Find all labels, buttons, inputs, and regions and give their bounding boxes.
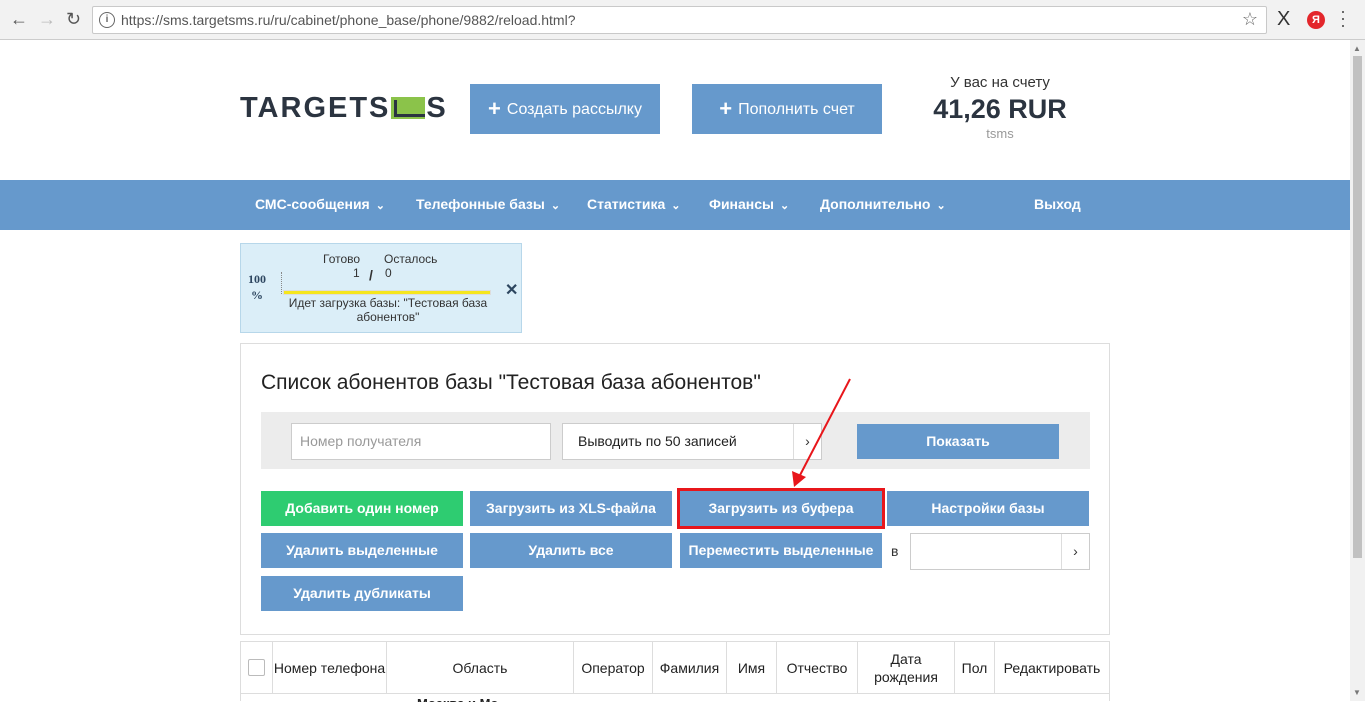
column-header[interactable]: Отчество	[777, 642, 858, 694]
back-icon[interactable]: ←	[10, 9, 28, 30]
subscribers-panel: Список абонентов базы "Тестовая база або…	[240, 343, 1110, 635]
nav-item-phone-bases[interactable]: Телефонные базы ⌄	[416, 196, 560, 212]
select-all-checkbox[interactable]	[248, 659, 265, 676]
chevron-down-icon: ⌄	[671, 200, 681, 212]
chevron-down-icon: ⌄	[550, 200, 561, 212]
create-mailing-label: Создать рассылку	[506, 101, 642, 118]
nav-item-label: Дополнительно	[820, 196, 931, 212]
move-selected-button[interactable]: Переместить выделенные	[680, 533, 882, 568]
logout-link[interactable]: Выход	[1034, 196, 1081, 212]
bookmark-star-icon[interactable]: ☆	[1242, 9, 1258, 30]
progress-tick	[281, 272, 282, 294]
column-header[interactable]: Область	[387, 642, 574, 694]
progress-percent-sign: %	[251, 288, 263, 302]
delete-duplicates-button[interactable]: Удалить дубликаты	[261, 576, 463, 611]
top-up-label: Пополнить счет	[738, 101, 855, 118]
row-divider	[241, 693, 1109, 694]
progress-done-value: 1	[353, 266, 360, 280]
progress-left-label: Осталось	[384, 252, 438, 266]
column-header[interactable]: Дата рождения	[858, 642, 955, 694]
column-header[interactable]: Номер телефона	[273, 642, 387, 694]
balance-block: У вас на счету 41,26 RUR tsms	[920, 74, 1080, 141]
balance-label: У вас на счету	[950, 74, 1050, 91]
nav-item-sms[interactable]: СМС-сообщения ⌄	[255, 196, 385, 212]
upload-progress-box: 100% Готово Осталось 1 / 0 Идет загрузка…	[240, 243, 522, 333]
browser-toolbar: ← → ↻ i https://sms.targetsms.ru/ru/cabi…	[0, 0, 1365, 40]
nav-item-label: СМС-сообщения	[255, 196, 370, 212]
chevron-down-icon: ⌄	[375, 200, 385, 212]
delete-selected-button[interactable]: Удалить выделенные	[261, 533, 463, 568]
column-header[interactable]: Оператор	[574, 642, 653, 694]
column-header[interactable]: Пол	[955, 642, 995, 694]
chevron-down-icon: ⌄	[780, 200, 790, 212]
subscribers-table: Номер телефона Область Оператор Фамилия …	[240, 641, 1110, 702]
reload-icon[interactable]: ↻	[66, 9, 81, 30]
address-bar[interactable]: i https://sms.targetsms.ru/ru/cabinet/ph…	[92, 6, 1267, 34]
select-all-cell	[241, 642, 273, 694]
plus-icon: +	[488, 96, 501, 121]
chevron-right-icon[interactable]: ›	[1061, 534, 1089, 569]
progress-bar	[283, 290, 491, 295]
logo[interactable]: TARGETS S	[240, 92, 448, 125]
delete-all-button[interactable]: Удалить все	[470, 533, 672, 568]
progress-message: Идет загрузка базы: "Тестовая база абоне…	[288, 296, 488, 324]
load-xls-button[interactable]: Загрузить из XLS-файла	[470, 491, 672, 526]
main-nav: СМС-сообщения ⌄ Телефонные базы ⌄ Статисти…	[0, 180, 1350, 230]
scroll-down-icon[interactable]: ▼	[1353, 688, 1361, 697]
move-target-label: в	[891, 543, 899, 559]
column-header[interactable]: Фамилия	[653, 642, 727, 694]
progress-percent-value: 100	[248, 272, 266, 286]
forward-icon[interactable]: →	[38, 9, 56, 30]
table-cell: Москва и Мо	[417, 696, 498, 702]
balance-amount: 41,26 RUR	[933, 94, 1067, 124]
page-title: Список абонентов базы "Тестовая база або…	[261, 371, 761, 394]
url-text[interactable]: https://sms.targetsms.ru/ru/cabinet/phon…	[121, 12, 576, 28]
plus-icon: +	[719, 96, 733, 121]
move-target-select[interactable]: ›	[910, 533, 1090, 570]
per-page-value: Выводить по 50 записей	[578, 433, 737, 449]
logo-text-end: S	[426, 92, 448, 124]
recipient-number-input[interactable]: Номер получателя	[291, 423, 551, 460]
annotation-arrow	[792, 378, 851, 487]
add-one-number-button[interactable]: Добавить один номер	[261, 491, 463, 526]
scrollbar-thumb[interactable]	[1353, 56, 1362, 558]
column-header[interactable]: Редактировать	[995, 642, 1109, 694]
scroll-up-icon[interactable]: ▲	[1353, 44, 1361, 53]
nav-item-label: Статистика	[587, 196, 666, 212]
progress-separator: /	[369, 267, 373, 283]
nav-item-finances[interactable]: Финансы ⌄	[709, 196, 789, 212]
balance-account: tsms	[986, 126, 1014, 141]
envelope-icon	[391, 97, 426, 119]
column-header[interactable]: Имя	[727, 642, 777, 694]
nav-item-label: Телефонные базы	[416, 196, 545, 212]
base-settings-button[interactable]: Настройки базы	[887, 491, 1089, 526]
extension-x-icon[interactable]: X	[1277, 8, 1290, 31]
show-button[interactable]: Показать	[857, 424, 1059, 459]
nav-item-label: Финансы	[709, 196, 774, 212]
yandex-extension-icon[interactable]: Я	[1307, 11, 1325, 29]
nav-item-additional[interactable]: Дополнительно ⌄	[820, 196, 946, 212]
progress-percent: 100%	[248, 271, 266, 303]
progress-left-value: 0	[385, 266, 392, 280]
create-mailing-button[interactable]: + Создать рассылку	[470, 84, 660, 134]
info-icon[interactable]: i	[99, 12, 115, 28]
filter-bar: Номер получателя Выводить по 50 записей …	[261, 412, 1090, 469]
browser-menu-icon[interactable]: · · ·	[1340, 2, 1346, 34]
load-from-buffer-button[interactable]: Загрузить из буфера	[677, 488, 885, 529]
chevron-down-icon: ⌄	[936, 200, 946, 212]
logo-text: TARGETS	[240, 92, 391, 124]
top-up-button[interactable]: + Пополнить счет	[692, 84, 882, 134]
nav-item-statistics[interactable]: Статистика ⌄	[587, 196, 680, 212]
progress-done-label: Готово	[323, 252, 361, 266]
close-icon[interactable]: ✕	[505, 280, 518, 300]
